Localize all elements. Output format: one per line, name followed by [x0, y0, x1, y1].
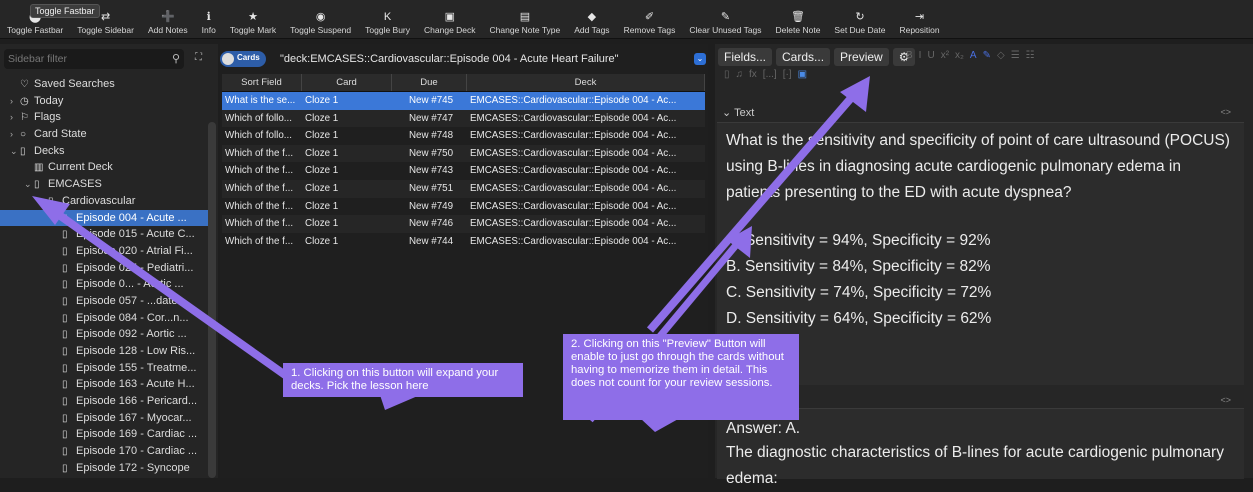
callout-1: 1. Clicking on this button will expand y…: [283, 363, 523, 397]
callout-2-tail: [640, 418, 680, 432]
arrow-2-line: [646, 87, 862, 333]
arrow-1-line: [42, 201, 298, 386]
callout-2: 2. Clicking on this "Preview" Button wil…: [563, 334, 799, 420]
tooltip-toggle-fastbar: Toggle Fastbar: [30, 4, 100, 18]
callout-1-tail: [380, 395, 420, 410]
